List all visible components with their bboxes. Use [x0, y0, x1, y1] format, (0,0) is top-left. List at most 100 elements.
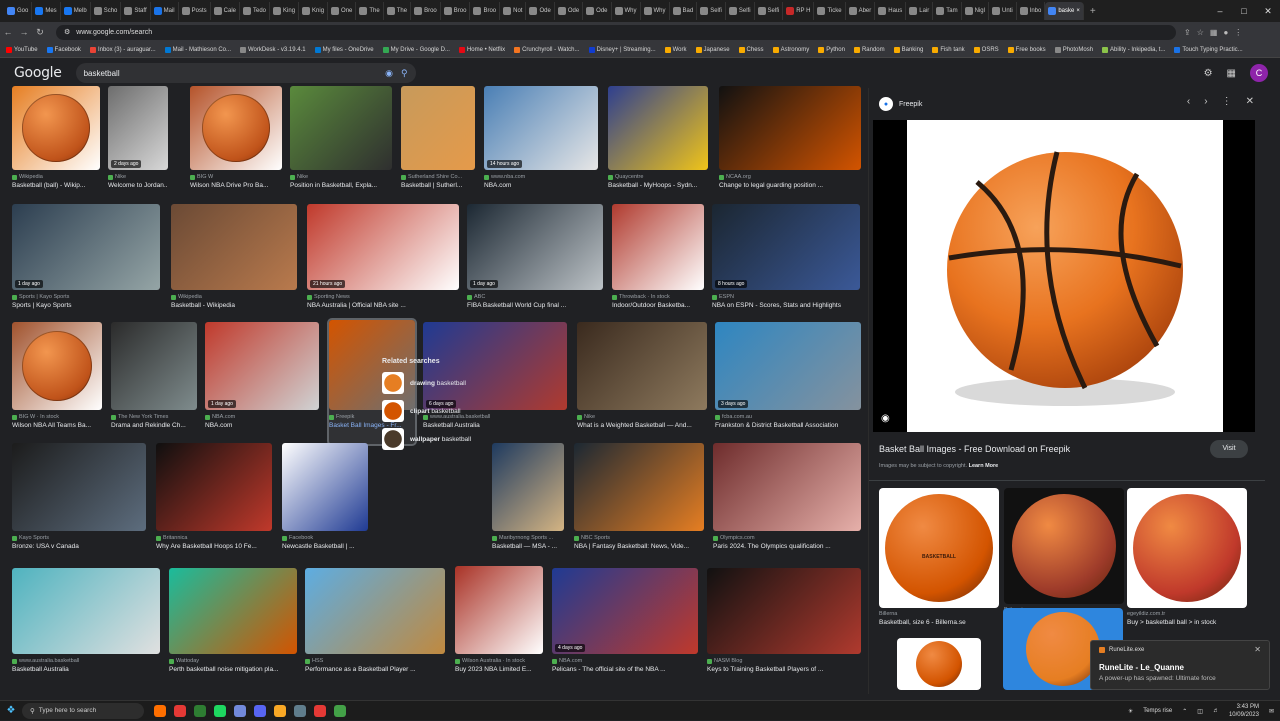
result-source[interactable]: Olympics.com: [713, 535, 861, 541]
taskbar-app-icon[interactable]: [194, 705, 206, 717]
bookmark-item[interactable]: Mail - Mathieson Co...: [165, 47, 231, 53]
result-thumbnail[interactable]: [169, 568, 297, 654]
browser-tab[interactable]: Mail: [151, 2, 179, 20]
back-icon[interactable]: ←: [0, 27, 16, 37]
result-source[interactable]: www.australia.basketball: [12, 658, 160, 664]
image-result-card[interactable]: 1 day agoSports | Kayo SportsSports | Ka…: [12, 204, 160, 324]
result-thumbnail[interactable]: [715, 322, 861, 410]
result-title[interactable]: Position in Basketball, Expla...: [290, 182, 392, 189]
bookmark-item[interactable]: Ability - Inkipedia, t...: [1102, 47, 1165, 53]
browser-tab[interactable]: Ode: [583, 2, 611, 20]
result-thumbnail[interactable]: [108, 86, 168, 170]
result-thumbnail[interactable]: [484, 86, 598, 170]
similar-thumbnail[interactable]: [897, 638, 981, 690]
result-title[interactable]: Basketball Australia: [12, 666, 160, 673]
result-title[interactable]: Basketball — MSA - ...: [492, 543, 564, 550]
bookmark-item[interactable]: Chess: [739, 47, 764, 53]
similar-image-card[interactable]: BASKETBALLBillernaBasketball, size 6 - B…: [879, 488, 999, 634]
result-title[interactable]: Buy 2023 NBA Limited E...: [455, 666, 543, 673]
result-source[interactable]: NBC Sports: [574, 535, 704, 541]
result-thumbnail[interactable]: [455, 566, 543, 654]
result-source[interactable]: NCAA.org: [719, 174, 861, 180]
bookmark-item[interactable]: WorkDesk - v3.19.4.1: [240, 47, 306, 53]
search-query[interactable]: basketball: [84, 69, 378, 78]
browser-tab[interactable]: Broo: [470, 2, 500, 20]
tab-close-icon[interactable]: ×: [1076, 8, 1080, 14]
reload-icon[interactable]: ↻: [32, 27, 48, 38]
result-source[interactable]: BIG W: [190, 174, 282, 180]
next-image-icon[interactable]: ›: [1204, 96, 1207, 107]
toast-close-icon[interactable]: ✕: [1254, 645, 1261, 654]
result-source[interactable]: ABC: [467, 294, 603, 300]
browser-tab[interactable]: Bad: [670, 2, 698, 20]
bookmark-item[interactable]: OSRS: [974, 47, 999, 53]
result-thumbnail[interactable]: [12, 568, 160, 654]
result-title[interactable]: Pelicans - The official site of the NBA …: [552, 666, 698, 673]
image-result-card[interactable]: NASM BlogKeys to Training Basketball Pla…: [707, 568, 861, 688]
browser-tab[interactable]: Cale: [211, 2, 240, 20]
bookmark-item[interactable]: Work: [665, 47, 687, 53]
similar-title[interactable]: Basketball, size 6 - Billerna.se: [879, 619, 999, 626]
browser-tab[interactable]: Mes: [32, 2, 60, 20]
result-thumbnail[interactable]: [205, 322, 319, 410]
google-logo[interactable]: Google: [14, 65, 62, 81]
browser-tab[interactable]: Inbo: [1017, 2, 1046, 20]
result-thumbnail[interactable]: [401, 86, 475, 170]
result-source[interactable]: Wikipedia: [12, 174, 100, 180]
apps-grid-icon[interactable]: ▦: [1227, 68, 1236, 79]
similar-thumbnail[interactable]: [1127, 488, 1247, 608]
result-title[interactable]: Frankston & District Basketball Associat…: [715, 422, 861, 429]
result-title[interactable]: Perth basketball noise mitigation pla...: [169, 666, 297, 673]
result-thumbnail[interactable]: [190, 86, 282, 170]
notification-toast[interactable]: RuneLite.exe ✕ RuneLite - Le_Quanne A po…: [1090, 640, 1270, 690]
image-result-card[interactable]: BIG WWilson NBA Drive Pro Ba...: [190, 86, 282, 204]
result-source[interactable]: ESPN: [712, 294, 860, 300]
url-bar[interactable]: ⚙ www.google.com/search: [56, 25, 1176, 40]
image-result-card[interactable]: 3 days agofcba.com.auFrankston & Distric…: [715, 322, 861, 444]
bookmark-item[interactable]: Facebook: [47, 47, 81, 53]
result-thumbnail[interactable]: [612, 204, 704, 290]
image-result-card[interactable]: 1 day agoABCFIBA Basketball World Cup fi…: [467, 204, 603, 324]
share-icon[interactable]: ⇪: [1184, 28, 1191, 37]
more-options-icon[interactable]: ⋮: [1222, 96, 1232, 107]
taskbar-app-icon[interactable]: [234, 705, 246, 717]
browser-tab[interactable]: One: [328, 2, 356, 20]
minimize-icon[interactable]: –: [1208, 0, 1232, 22]
result-thumbnail[interactable]: [577, 322, 707, 410]
clock[interactable]: 3:43 PM 10/09/2023: [1229, 703, 1259, 719]
search-input[interactable]: basketball ◉ ⚲: [76, 63, 416, 83]
result-source[interactable]: Sutherland Shire Co...: [401, 174, 475, 180]
browser-tab[interactable]: Tedo: [240, 2, 270, 20]
lens-icon[interactable]: ◉: [881, 413, 890, 424]
preview-image[interactable]: [907, 120, 1223, 432]
browser-tab[interactable]: Goo: [4, 2, 32, 20]
bookmark-item[interactable]: Home • Netflix: [459, 47, 505, 53]
account-avatar[interactable]: C: [1250, 64, 1268, 82]
browser-tab[interactable]: Broo: [441, 2, 471, 20]
image-result-card[interactable]: The New York TimesDrama and Rekindle Ch.…: [111, 322, 197, 444]
lens-search-icon[interactable]: ◉: [385, 68, 393, 79]
result-thumbnail[interactable]: [282, 443, 368, 531]
browser-tab[interactable]: Haus: [875, 2, 906, 20]
result-source[interactable]: Quaycentre: [608, 174, 708, 180]
image-result-card[interactable]: 8 hours agoESPNNBA on ESPN - Scores, Sta…: [712, 204, 860, 324]
result-source[interactable]: Kayo Sports: [12, 535, 146, 541]
result-title[interactable]: Indoor/Outdoor Basketba...: [612, 302, 704, 309]
result-title[interactable]: Drama and Rekindle Ch...: [111, 422, 197, 429]
result-thumbnail[interactable]: [719, 86, 861, 170]
result-title[interactable]: Basketball (ball) - Wikip...: [12, 182, 100, 189]
result-title[interactable]: Newcastle Basketball | ...: [282, 543, 368, 550]
preview-image-frame[interactable]: ◉: [873, 120, 1255, 432]
related-search-item[interactable]: drawing basketball: [382, 369, 482, 397]
weather-icon[interactable]: ☀: [1128, 708, 1133, 715]
image-result-card[interactable]: NikePosition in Basketball, Expla...: [290, 86, 392, 204]
bookmark-item[interactable]: Banking: [894, 47, 924, 53]
image-result-card[interactable]: HSSPerformance as a Basketball Player ..…: [305, 568, 445, 688]
image-result-card[interactable]: Throwback · In stockIndoor/Outdoor Baske…: [612, 204, 704, 324]
network-icon[interactable]: ◫: [1197, 708, 1203, 715]
image-result-card[interactable]: NikeWhat is a Weighted Basketball — And.…: [577, 322, 707, 444]
result-thumbnail[interactable]: [552, 568, 698, 654]
result-title[interactable]: Basketball - MyHoops - Sydn...: [608, 182, 708, 189]
related-search-item[interactable]: clipart basketball: [382, 397, 482, 425]
result-title[interactable]: FIBA Basketball World Cup final ...: [467, 302, 603, 309]
